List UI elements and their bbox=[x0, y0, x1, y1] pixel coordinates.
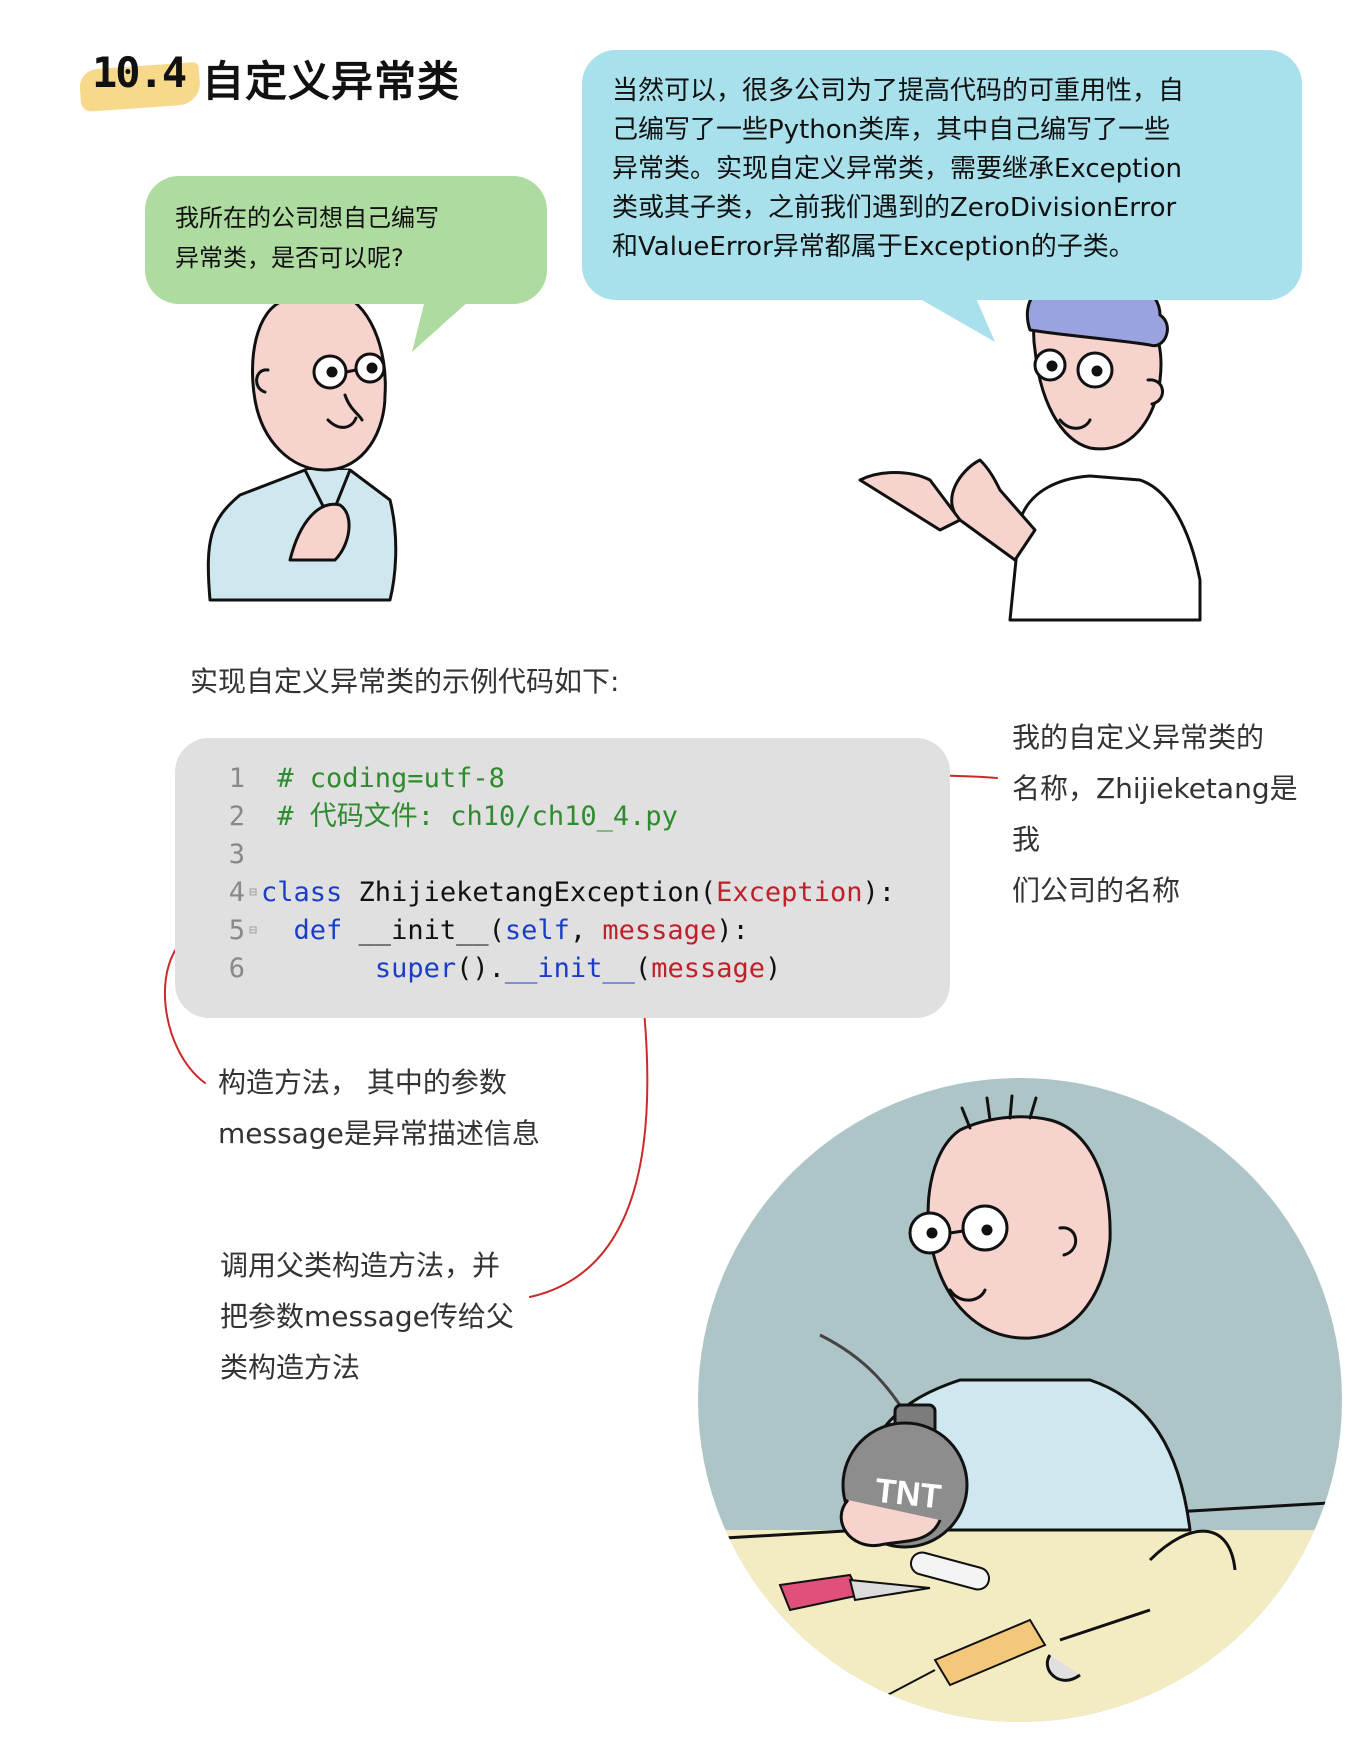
annotation-super-call: 调用父类构造方法，并 把参数message传给父 类构造方法 bbox=[220, 1240, 560, 1393]
annotation-classname: 我的自定义异常类的 名称，Zhijieketang是我 们公司的名称 bbox=[1012, 712, 1322, 916]
bomb-illustration: TNT bbox=[698, 1078, 1342, 1722]
annotation-line: 们公司的名称 bbox=[1012, 874, 1181, 907]
intro-text: 实现自定义异常类的示例代码如下: bbox=[190, 665, 620, 698]
bubble-right-tail bbox=[915, 296, 995, 342]
bubble-left-tail bbox=[412, 300, 470, 352]
code-line: 3 bbox=[215, 836, 950, 874]
code-method: __init__( bbox=[342, 915, 505, 946]
code-classname: ZhijieketangException( bbox=[342, 877, 717, 908]
code-init: __init__ bbox=[504, 953, 635, 984]
line-number: 6 bbox=[228, 953, 245, 984]
code-comment: # 代码文件: ch10/ch10_4.py bbox=[277, 801, 678, 832]
code-punct: ( bbox=[634, 953, 652, 984]
code-line: 1 # coding=utf-8 bbox=[215, 760, 950, 798]
left-character bbox=[206, 264, 398, 602]
line-number: 2 bbox=[228, 801, 245, 832]
code-line: 6 super().__init__(message) bbox=[215, 950, 950, 988]
line-number: 5 bbox=[228, 915, 245, 946]
bubble-right-line: 己编写了一些Python类库，其中自己编写了一些 bbox=[612, 115, 1171, 145]
bubble-left-line: 异常类，是否可以呢? bbox=[175, 244, 404, 272]
code-keyword: def bbox=[293, 915, 343, 946]
annotation-line: 构造方法， 其中的参数 bbox=[218, 1066, 507, 1099]
bubble-right-line: 类或其子类，之前我们遇到的ZeroDivisionError bbox=[612, 193, 1177, 223]
annotation-line: 名称，Zhijieketang是我 bbox=[1012, 772, 1298, 856]
speech-bubble-left: 我所在的公司想自己编写 异常类，是否可以呢? bbox=[145, 176, 547, 304]
code-comment: # coding=utf-8 bbox=[277, 763, 505, 794]
bubble-right-line: 和ValueError异常都属于Exception的子类。 bbox=[612, 232, 1135, 262]
code-param: message bbox=[651, 953, 765, 984]
code-super: super bbox=[374, 953, 457, 984]
code-param: message bbox=[602, 915, 717, 946]
code-base-class: Exception bbox=[716, 877, 863, 908]
fold-icon[interactable]: ⊟ bbox=[245, 874, 261, 912]
annotation-line: 把参数message传给父 bbox=[220, 1300, 514, 1333]
bubble-left-line: 我所在的公司想自己编写 bbox=[175, 204, 439, 232]
annotation-line: 调用父类构造方法，并 bbox=[220, 1249, 501, 1282]
annotation-line: message是异常描述信息 bbox=[218, 1117, 540, 1150]
right-character bbox=[858, 275, 1202, 622]
line-number: 1 bbox=[228, 763, 245, 794]
code-punct: (). bbox=[456, 953, 505, 984]
code-self: self bbox=[504, 915, 570, 946]
bomb-label: TNT bbox=[873, 1472, 943, 1517]
line-number: 4 bbox=[228, 877, 245, 908]
fold-icon[interactable]: ⊟ bbox=[245, 912, 261, 950]
code-keyword: class bbox=[261, 877, 343, 908]
code-punct: ) bbox=[764, 953, 782, 984]
code-punct: ): bbox=[716, 915, 749, 946]
bubble-right-line: 当然可以，很多公司为了提高代码的可重用性，自 bbox=[612, 76, 1185, 106]
code-block: 1 # coding=utf-8 2 # 代码文件: ch10/ch10_4.p… bbox=[175, 738, 950, 1018]
code-line: 5 ⊟ def __init__(self, message): bbox=[215, 912, 950, 950]
annotation-line: 我的自定义异常类的 bbox=[1012, 721, 1265, 754]
code-line: 4 ⊟ class ZhijieketangException(Exception)… bbox=[215, 874, 950, 912]
bubble-right-line: 异常类。实现自定义异常类，需要继承Exception bbox=[612, 154, 1182, 184]
code-line: 2 # 代码文件: ch10/ch10_4.py bbox=[215, 798, 950, 836]
speech-bubble-right: 当然可以，很多公司为了提高代码的可重用性，自 己编写了一些Python类库，其中… bbox=[582, 50, 1302, 300]
code-punct: ): bbox=[862, 877, 895, 908]
line-number: 3 bbox=[228, 839, 245, 870]
annotation-constructor: 构造方法， 其中的参数 message是异常描述信息 bbox=[218, 1057, 558, 1159]
annotation-line: 类构造方法 bbox=[220, 1351, 361, 1384]
code-punct: , bbox=[569, 915, 603, 946]
